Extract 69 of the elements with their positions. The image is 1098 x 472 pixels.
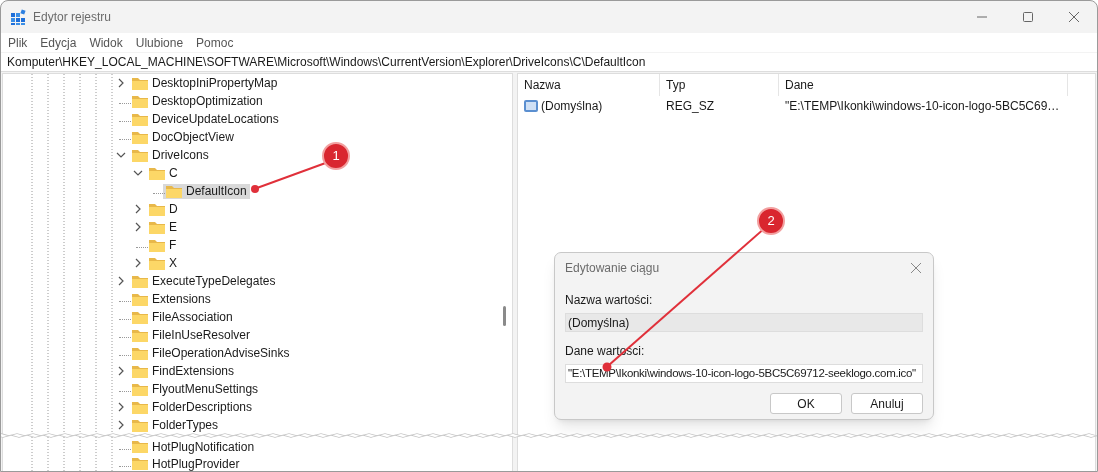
- dialog-button[interactable]: OK: [770, 393, 842, 414]
- tree-item[interactable]: FlyoutMenuSettings: [129, 381, 262, 397]
- tree-item[interactable]: DeviceUpdateLocations: [129, 111, 282, 127]
- tree-item[interactable]: FileInUseResolver: [129, 327, 254, 343]
- dialog-button[interactable]: Anuluj: [851, 393, 923, 414]
- tree-item[interactable]: FileOperationAdviseSinks: [129, 345, 293, 361]
- menu-item[interactable]: Plik: [3, 33, 33, 52]
- close-icon: [1069, 12, 1079, 22]
- tree-item[interactable]: FolderTypes: [129, 417, 222, 433]
- menu-item[interactable]: Ulubione: [130, 33, 189, 52]
- folder-icon: [131, 291, 149, 307]
- maximize-icon: [1023, 12, 1033, 22]
- tree-item[interactable]: X: [146, 255, 180, 271]
- tree-item[interactable]: F: [146, 237, 180, 253]
- folder-icon: [148, 255, 166, 271]
- window-title: Edytor rejestru: [33, 9, 112, 26]
- value-name: (Domyślna): [541, 98, 603, 115]
- folder-icon: [131, 363, 149, 379]
- dialog-title: Edytowanie ciągu: [565, 260, 660, 277]
- menu-item[interactable]: Edycja: [35, 33, 82, 52]
- tree-item[interactable]: DesktopOptimization: [129, 93, 266, 109]
- close-icon[interactable]: [911, 263, 921, 273]
- tree-item[interactable]: HotPlugNotification: [129, 439, 258, 454]
- column-header[interactable]: Typ: [660, 74, 779, 96]
- folder-icon: [131, 381, 149, 397]
- string-value-icon: [523, 98, 539, 114]
- folder-icon: [131, 456, 149, 471]
- folder-icon: [131, 399, 149, 415]
- folder-icon: [131, 129, 149, 145]
- folder-icon: [131, 345, 149, 361]
- value-name-field[interactable]: (Domyślna): [565, 313, 923, 332]
- folder-icon: [131, 417, 149, 433]
- value-type: REG_SZ: [665, 98, 715, 115]
- folder-icon: [131, 147, 149, 163]
- value-data: "E:\TEMP\Ikonki\windows-10-icon-logo-5BC5C69…: [784, 98, 1060, 115]
- tree-item[interactable]: FolderDescriptions: [129, 399, 256, 415]
- tree-item[interactable]: DesktopIniPropertyMap: [129, 75, 281, 91]
- folder-icon: [148, 201, 166, 217]
- menu-item[interactable]: Pomoc: [191, 33, 239, 52]
- tree-item[interactable]: D: [146, 201, 181, 217]
- value-data-field[interactable]: "E:\TEMP\Ikonki\windows-10-icon-logo-5BC5C69712-seeklogo.com.ico": [565, 364, 923, 383]
- menu-item[interactable]: Widok: [84, 33, 128, 52]
- field-label: Nazwa wartości:: [565, 292, 654, 309]
- folder-icon: [131, 273, 149, 289]
- tree-item[interactable]: DriveIcons: [129, 147, 212, 163]
- column-header[interactable]: Nazwa: [518, 74, 660, 96]
- folder-icon: [148, 219, 166, 235]
- folder-icon: [148, 165, 166, 181]
- folder-icon: [148, 237, 166, 253]
- registry-app-icon: [10, 9, 26, 25]
- folder-icon: [131, 327, 149, 343]
- scrollbar-thumb[interactable]: [503, 306, 506, 326]
- folder-icon: [131, 309, 149, 325]
- tree-item[interactable]: C: [146, 165, 181, 181]
- tree-item[interactable]: DocObjectView: [129, 129, 237, 145]
- folder-icon: [131, 111, 149, 127]
- folder-icon: [131, 75, 149, 91]
- address-bar[interactable]: Komputer\HKEY_LOCAL_MACHINE\SOFTWARE\Microsoft\Windows\CurrentVersion\Explorer\DriveIcons\C\DefaultIcon: [1, 53, 1097, 72]
- tree-item[interactable]: Extensions: [129, 291, 214, 307]
- tree-item[interactable]: ExecuteTypeDelegates: [129, 273, 279, 289]
- tree-item[interactable]: FindExtensions: [129, 363, 238, 379]
- folder-icon: [165, 183, 183, 199]
- tree-item[interactable]: HotPlugProvider: [129, 456, 243, 471]
- folder-icon: [131, 93, 149, 109]
- tree-item[interactable]: FileAssociation: [129, 309, 236, 325]
- folder-icon: [131, 439, 149, 454]
- tree-item[interactable]: DefaultIcon: [163, 183, 250, 199]
- tree-item[interactable]: E: [146, 219, 180, 235]
- column-header[interactable]: Dane: [779, 74, 1068, 96]
